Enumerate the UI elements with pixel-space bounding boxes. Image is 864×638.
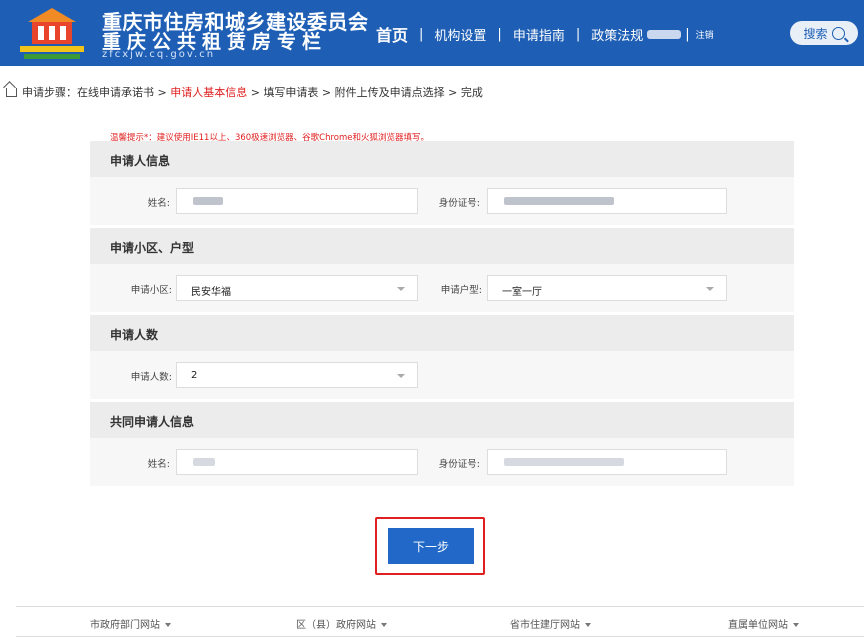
chevron-down-icon [397,374,405,378]
nav-guide[interactable]: 申请指南 [513,25,565,44]
search-icon [831,26,845,40]
breadcrumb-arrow: > [247,86,264,99]
redacted-id [504,458,624,466]
co-applicant-name-input[interactable] [176,449,418,475]
breadcrumb: 申请步骤：在线申请承诺书 > 申请人基本信息 > 填写申请表 > 附件上传及申请… [6,84,483,100]
breadcrumb-step-4: 附件上传及申请点选择 [334,86,445,99]
section-community-heading: 申请小区、户型 [90,228,794,264]
footer-divider [16,606,864,607]
id-label: 身份证号: [438,198,480,209]
name-label: 姓名: [147,198,170,209]
footer-link-label: 区（县）政府网站 [296,620,376,631]
section-community-body: 申请小区: 民安华福 申请户型: 一室一厅 [90,264,794,312]
site-logo-icon [20,8,84,59]
section-title: 申请人数 [110,328,159,342]
chevron-down-icon [397,287,405,291]
community-select[interactable]: 民安华福 [176,275,418,301]
nav-org[interactable]: 机构设置 [434,25,486,44]
section-count-body: 申请人数: 2 [90,351,794,399]
breadcrumb-step-5: 完成 [460,86,483,99]
nav-separator: | [575,26,581,42]
redacted-id [504,197,614,205]
applicant-count-select[interactable]: 2 [176,362,418,388]
footer-link-label: 省市住建厅网站 [510,620,580,631]
home-icon [6,88,17,97]
section-count-heading: 申请人数 [90,315,794,351]
username-redacted[interactable] [647,29,682,39]
site-domain: zfcxjw.cq.gov.cn [102,49,216,60]
breadcrumb-prefix: 申请步骤： [22,86,77,99]
footer-link-label: 直属单位网站 [728,620,788,631]
section-title: 共同申请人信息 [110,415,195,429]
nav-separator: | [497,26,502,42]
breadcrumb-arrow: > [318,86,335,99]
nav-separator: | [419,26,424,42]
footer-link-affiliated-units[interactable]: 直属单位网站 [728,616,799,631]
chevron-down-icon [585,623,591,627]
logout-link[interactable]: 注销 [696,28,714,41]
id-label: 身份证号: [438,459,480,470]
main-nav: 首页 | 机构设置 | 申请指南 | 政策法规 | 注销 [376,22,714,46]
chevron-down-icon [706,287,714,291]
next-step-button[interactable]: 下一步 [388,528,474,564]
breadcrumb-arrow: > [444,86,461,99]
chevron-down-icon [793,623,799,627]
chevron-down-icon [165,623,171,627]
redacted-name [193,458,215,466]
unit-type-select[interactable]: 一室一厅 [487,275,727,301]
site-header: 重庆市住房和城乡建设委员会 重庆公共租赁房专栏 zfcxjw.cq.gov.cn… [0,0,864,66]
search-label: 搜索 [803,26,828,41]
nav-separator: | [685,26,690,42]
redacted-name [193,197,223,205]
community-label: 申请小区: [130,285,172,296]
section-co-applicant-heading: 共同申请人信息 [90,402,794,438]
breadcrumb-arrow: > [154,86,171,99]
name-label: 姓名: [147,459,170,470]
nav-policy[interactable]: 政策法规 [591,25,643,44]
section-co-applicant-body: 姓名: 身份证号: [90,438,794,486]
footer-link-city-departments[interactable]: 市政府部门网站 [90,616,171,631]
search-button[interactable]: 搜索 [790,21,858,45]
footer-link-provincial[interactable]: 省市住建厅网站 [510,616,591,631]
applicant-count-label: 申请人数: [130,372,172,383]
breadcrumb-step-1: 在线申请承诺书 [77,86,154,99]
footer-divider [16,636,864,637]
applicant-id-input[interactable] [487,188,727,214]
breadcrumb-step-3: 填写申请表 [263,86,319,99]
section-applicant-body: 姓名: 身份证号: [90,177,794,225]
nav-home[interactable]: 首页 [376,22,408,46]
breadcrumb-step-2-current: 申请人基本信息 [170,86,248,99]
footer-link-district-gov[interactable]: 区（县）政府网站 [296,616,387,631]
unit-type-label: 申请户型: [440,285,482,296]
applicant-count-value: 2 [191,370,198,381]
chevron-down-icon [381,623,387,627]
applicant-name-input[interactable] [176,188,418,214]
unit-type-selected-value: 一室一厅 [502,287,542,298]
community-selected-value: 民安华福 [191,287,231,298]
section-title: 申请人信息 [110,154,171,168]
section-applicant-heading: 申请人信息 [90,141,794,177]
section-title: 申请小区、户型 [110,241,195,255]
co-applicant-id-input[interactable] [487,449,727,475]
footer-link-label: 市政府部门网站 [90,620,160,631]
